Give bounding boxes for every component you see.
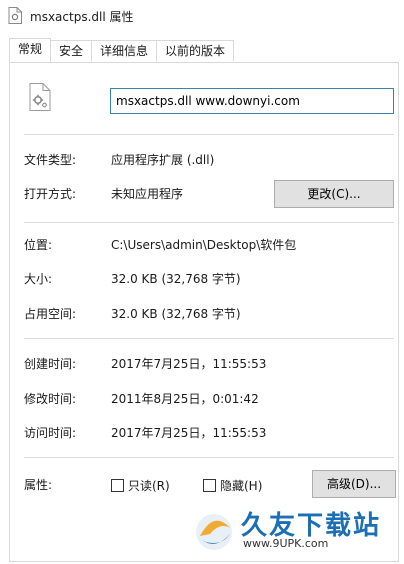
filename-input[interactable]: [110, 88, 394, 114]
file-type-label: 文件类型:: [24, 153, 77, 167]
modified-value: 2011年8月25日，0:01:42: [111, 392, 259, 406]
separator: [24, 222, 394, 223]
tab-previous-versions[interactable]: 以前的版本: [156, 40, 235, 61]
file-icon: [8, 7, 22, 24]
modified-label: 修改时间:: [24, 392, 77, 406]
size-value: 32.0 KB (32,768 字节): [111, 272, 241, 286]
created-label: 创建时间:: [24, 357, 77, 371]
checkbox-box[interactable]: [111, 479, 124, 492]
accessed-value: 2017年7月25日，11:55:53: [111, 426, 267, 440]
window-title: msxactps.dll 属性: [30, 10, 134, 24]
separator: [24, 134, 394, 135]
tab-security[interactable]: 安全: [50, 40, 93, 61]
attributes-label: 属性:: [24, 478, 53, 492]
tab-bar: 常规 安全 详细信息 以前的版本: [9, 38, 235, 62]
disk-size-label: 占用空间:: [24, 307, 77, 321]
dll-file-icon: [29, 83, 51, 111]
separator: [24, 457, 394, 458]
disk-size-value: 32.0 KB (32,768 字节): [111, 307, 241, 321]
readonly-checkbox[interactable]: 只读(R): [111, 477, 170, 494]
location-label: 位置:: [24, 238, 53, 252]
location-value: C:\Users\admin\Desktop\软件包: [111, 238, 297, 252]
hidden-checkbox[interactable]: 隐藏(H): [203, 477, 262, 494]
readonly-label: 只读(R): [128, 479, 170, 493]
separator: [24, 338, 394, 339]
advanced-button[interactable]: 高级(D)...: [312, 470, 396, 498]
open-with-value: 未知应用程序: [111, 187, 184, 201]
change-button[interactable]: 更改(C)...: [274, 180, 394, 208]
size-label: 大小:: [24, 272, 53, 286]
created-value: 2017年7月25日，11:55:53: [111, 357, 267, 371]
watermark-url: www.9UPK.com: [243, 537, 329, 550]
open-with-label: 打开方式:: [24, 187, 77, 201]
file-type-value: 应用程序扩展 (.dll): [111, 153, 215, 167]
title-bar: msxactps.dll 属性: [0, 0, 404, 31]
hidden-label: 隐藏(H): [220, 479, 263, 493]
accessed-label: 访问时间:: [24, 426, 77, 440]
tab-general[interactable]: 常规: [9, 38, 52, 62]
checkbox-box[interactable]: [203, 479, 216, 492]
tab-details[interactable]: 详细信息: [91, 40, 158, 61]
